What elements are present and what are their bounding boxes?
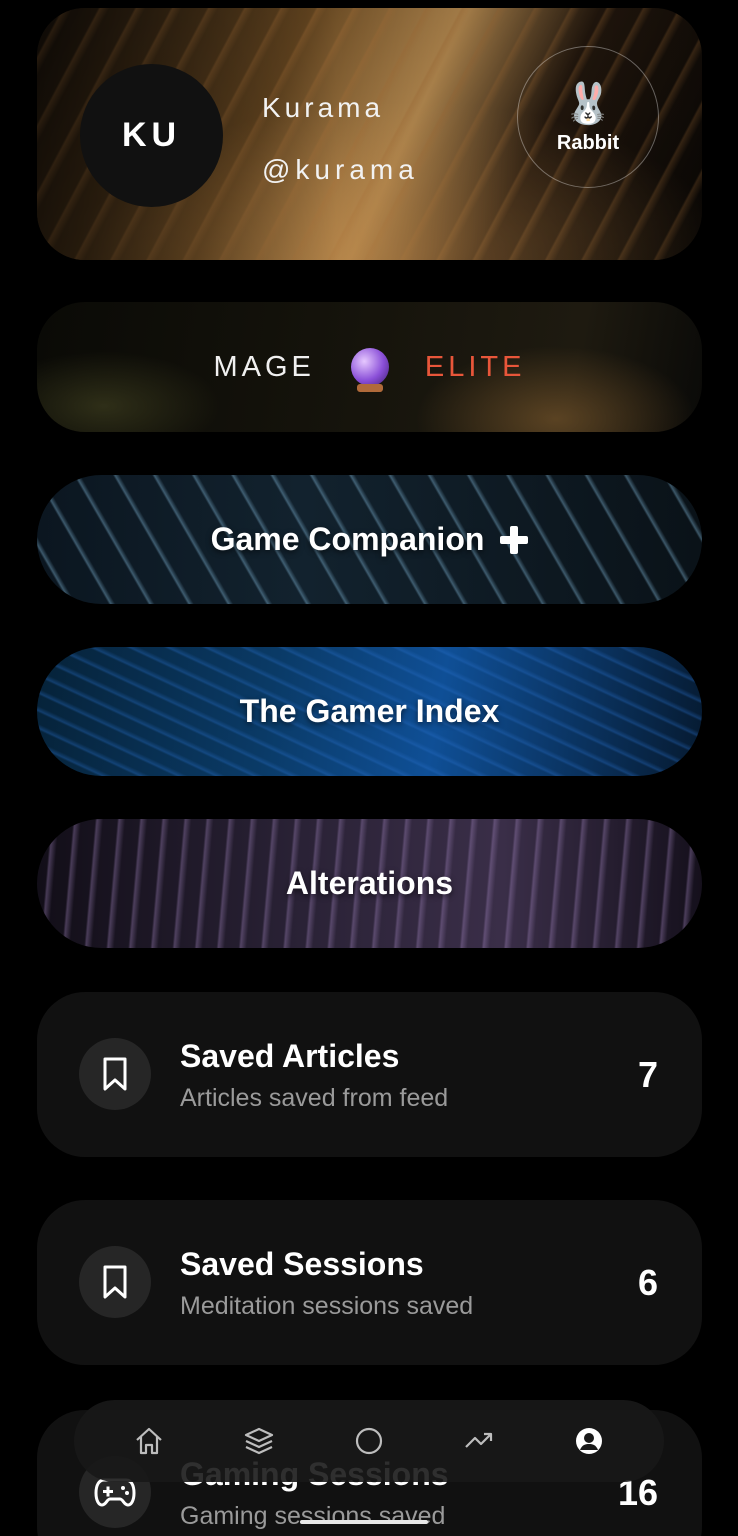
- rank-card[interactable]: MAGE ELITE: [37, 302, 702, 432]
- avatar-initials: KU: [121, 116, 182, 154]
- saved-sessions-card[interactable]: Saved Sessions Meditation sessions saved…: [37, 1200, 702, 1365]
- saved-articles-card[interactable]: Saved Articles Articles saved from feed …: [37, 992, 702, 1157]
- profile-icon[interactable]: [561, 1413, 617, 1469]
- home-icon[interactable]: [121, 1413, 177, 1469]
- profile-card: KU Kurama @kurama 🐰 Rabbit: [37, 8, 702, 260]
- home-indicator[interactable]: [300, 1520, 428, 1524]
- card-subtitle: Articles saved from feed: [180, 1084, 449, 1112]
- rank-class: MAGE: [213, 350, 315, 383]
- display-name: Kurama: [262, 92, 385, 123]
- crystal-ball-icon: [350, 348, 389, 392]
- card-title: Saved Articles: [180, 1038, 400, 1074]
- card-count: 7: [637, 1054, 658, 1095]
- user-handle: @kurama: [262, 154, 419, 185]
- layers-icon[interactable]: [231, 1413, 287, 1469]
- bookmark-icon: [79, 1246, 151, 1318]
- game-companion-label: Game Companion: [210, 521, 485, 557]
- rabbit-icon: 🐰: [563, 81, 613, 126]
- card-count: 6: [637, 1262, 658, 1303]
- alterations-label: Alterations: [285, 865, 454, 901]
- gamer-index-label: The Gamer Index: [239, 693, 500, 729]
- plus-icon: [500, 525, 529, 554]
- circle-icon[interactable]: [341, 1413, 397, 1469]
- profile-screen: KU Kurama @kurama 🐰 Rabbit MAGE ELITE Ga…: [0, 0, 738, 1536]
- alterations-button[interactable]: Alterations: [37, 819, 702, 948]
- card-subtitle: Gaming sessions saved: [180, 1502, 446, 1530]
- card-subtitle: Meditation sessions saved: [180, 1292, 474, 1320]
- card-title: Saved Sessions: [180, 1246, 424, 1282]
- bottom-navigation: [74, 1400, 664, 1482]
- gamer-index-button[interactable]: The Gamer Index: [37, 647, 702, 776]
- game-companion-button[interactable]: Game Companion: [37, 475, 702, 604]
- rank-tier: ELITE: [424, 350, 526, 383]
- bookmark-icon: [79, 1038, 151, 1110]
- avatar[interactable]: KU: [80, 64, 223, 207]
- spirit-animal-badge[interactable]: 🐰 Rabbit: [517, 46, 659, 188]
- spirit-animal-label: Rabbit: [556, 131, 620, 154]
- trending-icon[interactable]: [451, 1413, 507, 1469]
